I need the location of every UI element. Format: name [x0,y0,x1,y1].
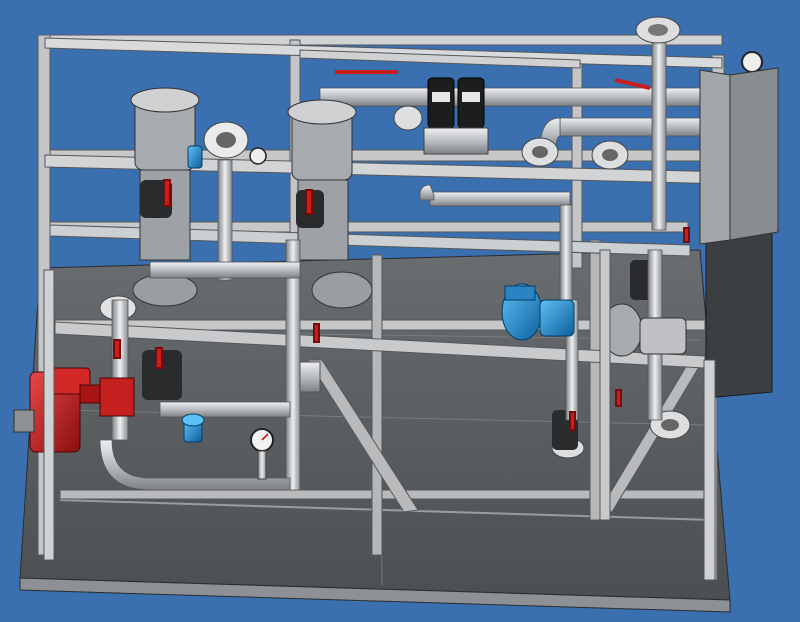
cad-viewport[interactable] [0,0,800,622]
skid-assembly-model [13,16,779,613]
control-enclosure [699,67,779,399]
